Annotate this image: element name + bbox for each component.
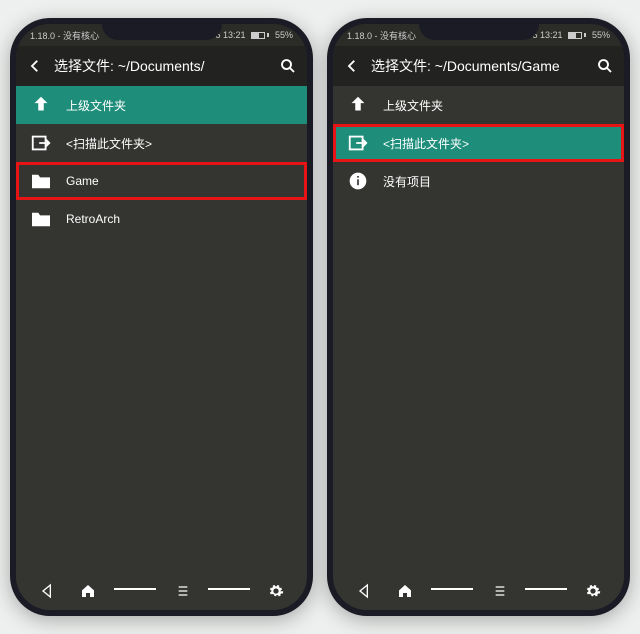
row-no-items: 没有项目	[333, 162, 624, 200]
row-label: 上级文件夹	[383, 97, 610, 114]
row-label: Game	[66, 174, 293, 188]
file-list: 上级文件夹 <扫描此文件夹> Game RetroArch	[16, 86, 307, 572]
row-folder-game[interactable]: Game	[16, 162, 307, 200]
search-icon[interactable]	[596, 57, 614, 75]
nav-underline	[114, 588, 156, 590]
status-left-text: 1.18.0 - 没有核心	[347, 29, 416, 42]
row-scan-folder[interactable]: <扫描此文件夹>	[16, 124, 307, 162]
phone-right: 1.18.0 - 没有核心 21:05 13:21 55% 选择文件: ~/Do…	[327, 18, 630, 616]
row-label: <扫描此文件夹>	[383, 135, 610, 152]
row-parent-folder[interactable]: 上级文件夹	[16, 86, 307, 124]
gear-icon[interactable]	[585, 583, 601, 599]
row-scan-folder[interactable]: <扫描此文件夹>	[333, 124, 624, 162]
bottom-nav	[333, 572, 624, 610]
list-icon[interactable]	[174, 583, 190, 599]
nav-underline	[431, 588, 473, 590]
gear-icon[interactable]	[268, 583, 284, 599]
battery-percent: 55%	[592, 30, 610, 40]
back-icon[interactable]	[26, 57, 44, 75]
nav-back-icon[interactable]	[39, 583, 55, 599]
list-icon[interactable]	[491, 583, 507, 599]
scan-icon	[347, 132, 369, 154]
app-bar-title: 选择文件: ~/Documents/	[54, 56, 269, 76]
row-parent-folder[interactable]: 上级文件夹	[333, 86, 624, 124]
search-icon[interactable]	[279, 57, 297, 75]
bottom-nav	[16, 572, 307, 610]
info-icon	[347, 171, 369, 191]
phone-notch	[419, 18, 539, 40]
row-label: 上级文件夹	[66, 97, 293, 114]
scan-icon	[30, 132, 52, 154]
back-icon[interactable]	[343, 57, 361, 75]
phone-notch	[102, 18, 222, 40]
battery-icon	[251, 32, 269, 39]
home-icon[interactable]	[80, 583, 96, 599]
up-arrow-icon	[30, 94, 52, 116]
row-label: <扫描此文件夹>	[66, 135, 293, 152]
battery-icon	[568, 32, 586, 39]
row-folder-retroarch[interactable]: RetroArch	[16, 200, 307, 238]
up-arrow-icon	[347, 94, 369, 116]
file-list: 上级文件夹 <扫描此文件夹> 没有项目	[333, 86, 624, 572]
folder-icon	[30, 210, 52, 228]
home-icon[interactable]	[397, 583, 413, 599]
folder-icon	[30, 172, 52, 190]
nav-underline	[525, 588, 567, 590]
app-bar: 选择文件: ~/Documents/Game	[333, 46, 624, 86]
app-bar: 选择文件: ~/Documents/	[16, 46, 307, 86]
nav-underline	[208, 588, 250, 590]
battery-percent: 55%	[275, 30, 293, 40]
nav-back-icon[interactable]	[356, 583, 372, 599]
status-left-text: 1.18.0 - 没有核心	[30, 29, 99, 42]
row-label: 没有项目	[383, 173, 610, 190]
phone-left: 1.18.0 - 没有核心 21:05 13:21 55% 选择文件: ~/Do…	[10, 18, 313, 616]
row-label: RetroArch	[66, 212, 293, 226]
app-bar-title: 选择文件: ~/Documents/Game	[371, 56, 586, 76]
